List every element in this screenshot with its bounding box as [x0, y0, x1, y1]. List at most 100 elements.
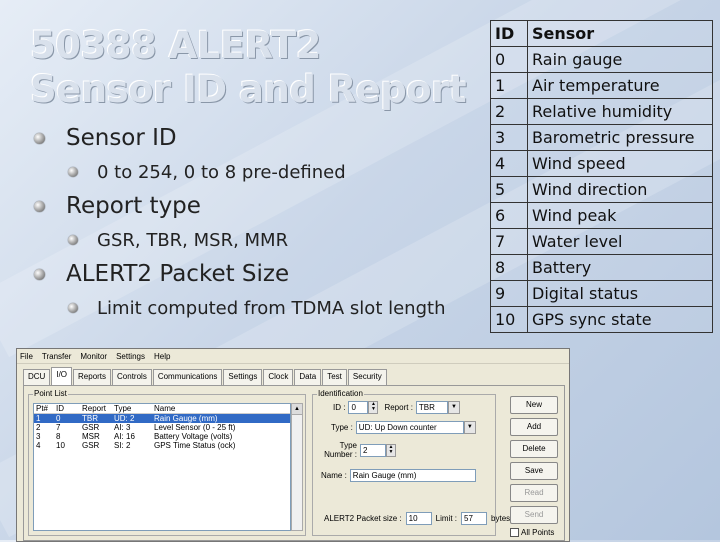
- table-row: 9 Digital status: [490, 280, 713, 307]
- subbullet-report-types: GSR, TBR, MSR, MMR: [30, 223, 445, 258]
- sensor-name-cell: Digital status: [527, 280, 713, 307]
- tab-settings[interactable]: Settings: [223, 369, 263, 385]
- slide-title: 50388 ALERT2 Sensor ID and Report: [30, 24, 467, 112]
- sensor-id-cell: 4: [490, 150, 528, 177]
- bullet-packet-size: ALERT2 Packet Size: [30, 258, 445, 291]
- menu-settings[interactable]: Settings: [116, 352, 145, 361]
- menu-bar: File Transfer Monitor Settings Help: [17, 349, 569, 364]
- all-points-row: All Points: [510, 528, 558, 537]
- bullet-report-type: Report type: [30, 190, 445, 223]
- new-button[interactable]: New: [510, 396, 558, 414]
- list-item[interactable]: 3 8 MSR AI: 16 Battery Voltage (volts): [34, 432, 290, 441]
- menu-transfer[interactable]: Transfer: [42, 352, 72, 361]
- type-label: Type :: [331, 423, 353, 432]
- limit-value: 57: [461, 512, 488, 525]
- sensor-name-cell: Air temperature: [527, 72, 713, 99]
- packet-size-value: 10: [405, 512, 432, 525]
- sensor-name-cell: Relative humidity: [527, 98, 713, 125]
- tab-test[interactable]: Test: [322, 369, 347, 385]
- sensor-name-cell: Battery: [527, 254, 713, 281]
- point-list-header: Pt# ID Report Type Name: [34, 404, 290, 414]
- bullet-list: Sensor ID 0 to 254, 0 to 8 pre-defined R…: [30, 122, 445, 326]
- name-label: Name :: [321, 471, 347, 480]
- subbullet-sensor-id-range: 0 to 254, 0 to 8 pre-defined: [30, 155, 445, 190]
- title-line-2: Sensor ID and Report: [30, 68, 467, 111]
- sensor-name-cell: Wind direction: [527, 176, 713, 203]
- sensor-id-cell: 1: [490, 72, 528, 99]
- table-row: 1 Air temperature: [490, 72, 713, 99]
- list-item[interactable]: 4 10 GSR SI: 2 GPS Time Status (ock): [34, 441, 290, 450]
- table-header-id: ID: [490, 20, 528, 47]
- point-list-scrollbar[interactable]: ▲: [291, 403, 303, 531]
- table-row: 0 Rain gauge: [490, 46, 713, 73]
- table-row: 8 Battery: [490, 254, 713, 281]
- tab-data[interactable]: Data: [294, 369, 322, 385]
- tab-security[interactable]: Security: [347, 369, 387, 385]
- point-list-group: Point List Pt# ID Report Type Name 1 0 TBR…: [28, 389, 306, 536]
- sensor-id-cell: 0: [490, 46, 528, 73]
- type-dropdown-icon[interactable]: ▼: [463, 421, 476, 434]
- table-row: 5 Wind direction: [490, 176, 713, 203]
- id-field-row: ID : 0 ▲ ▼ Report : TBR ▼: [333, 401, 460, 414]
- table-row: 3 Barometric pressure: [490, 124, 713, 151]
- packet-size-row: ALERT2 Packet size : 10 Limit : 57 bytes: [324, 512, 510, 525]
- bullet-icon: [68, 235, 78, 245]
- tab-clock[interactable]: Clock: [263, 369, 294, 385]
- tab-io[interactable]: I/O: [51, 367, 73, 385]
- tab-bar: DCU I/O Reports Controls Communications …: [23, 367, 388, 385]
- table-header-row: ID Sensor: [490, 20, 713, 47]
- scroll-up-icon[interactable]: ▲: [292, 404, 302, 415]
- packet-size-label: ALERT2 Packet size :: [324, 514, 402, 523]
- report-dropdown-icon[interactable]: ▼: [447, 401, 460, 414]
- report-select[interactable]: TBR: [415, 401, 448, 414]
- limit-label: Limit :: [435, 514, 458, 523]
- report-label: Report :: [384, 403, 413, 412]
- menu-help[interactable]: Help: [154, 352, 170, 361]
- title-line-1: 50388 ALERT2: [30, 24, 321, 67]
- name-input[interactable]: Rain Gauge (mm): [349, 469, 476, 482]
- table-row: 2 Relative humidity: [490, 98, 713, 125]
- list-item[interactable]: 2 7 GSR AI: 3 Level Sensor (0 - 25 ft): [34, 423, 290, 432]
- sensor-name-cell: Barometric pressure: [527, 124, 713, 151]
- menu-file[interactable]: File: [20, 352, 33, 361]
- type-number-label: Type Number :: [324, 441, 357, 459]
- tab-reports[interactable]: Reports: [73, 369, 112, 385]
- identification-label: Identification: [317, 389, 364, 398]
- sensor-id-cell: 5: [490, 176, 528, 203]
- action-buttons: New Add Delete Save Read Send All Points: [510, 396, 558, 537]
- type-number-input[interactable]: 2: [360, 443, 386, 457]
- bullet-icon: [34, 201, 45, 212]
- bullet-sensor-id: Sensor ID: [30, 122, 445, 155]
- table-row: 4 Wind speed: [490, 150, 713, 177]
- add-button[interactable]: Add: [510, 418, 558, 436]
- id-input[interactable]: 0: [348, 401, 369, 414]
- type-number-spinner-icon[interactable]: ▲ ▼: [386, 443, 396, 457]
- table-row: 6 Wind peak: [490, 202, 713, 229]
- subbullet-packet-limit: Limit computed from TDMA slot length: [30, 291, 445, 326]
- all-points-checkbox[interactable]: [510, 528, 519, 537]
- name-field-row: Name : Rain Gauge (mm): [321, 469, 476, 482]
- sensor-name-cell: Wind speed: [527, 150, 713, 177]
- sensor-id-cell: 7: [490, 228, 528, 255]
- menu-monitor[interactable]: Monitor: [80, 352, 107, 361]
- tab-dcu[interactable]: DCU: [23, 369, 51, 385]
- bullet-icon: [68, 167, 78, 177]
- list-item[interactable]: 1 0 TBR UD: 2 Rain Gauge (mm): [34, 414, 290, 423]
- tab-communications[interactable]: Communications: [152, 369, 223, 385]
- point-list-label: Point List: [33, 389, 68, 398]
- tab-controls[interactable]: Controls: [112, 369, 152, 385]
- sensor-name-cell: GPS sync state: [527, 306, 713, 333]
- send-button[interactable]: Send: [510, 506, 558, 524]
- delete-button[interactable]: Delete: [510, 440, 558, 458]
- id-spinner-icon[interactable]: ▲ ▼: [368, 401, 379, 414]
- save-button[interactable]: Save: [510, 462, 558, 480]
- table-header-sensor: Sensor: [527, 20, 713, 47]
- read-button[interactable]: Read: [510, 484, 558, 502]
- type-select[interactable]: UD: Up Down counter: [355, 421, 464, 434]
- sensor-name-cell: Water level: [527, 228, 713, 255]
- sensor-name-cell: Wind peak: [527, 202, 713, 229]
- sensor-id-cell: 8: [490, 254, 528, 281]
- all-points-label: All Points: [521, 528, 555, 537]
- sensor-id-cell: 2: [490, 98, 528, 125]
- point-list[interactable]: Pt# ID Report Type Name 1 0 TBR UD: 2 Rain G…: [33, 403, 291, 531]
